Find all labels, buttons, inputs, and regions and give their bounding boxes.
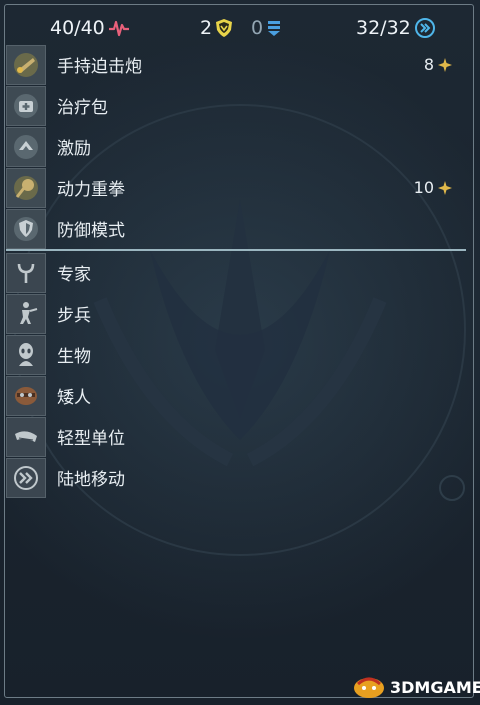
specialist-icon <box>6 252 46 293</box>
ability-label: 防御模式 <box>57 221 125 241</box>
trait-label: 步兵 <box>57 306 91 326</box>
trait-row-specialist[interactable]: 专家 <box>6 252 466 293</box>
ability-label: 治疗包 <box>57 98 108 118</box>
armor-stat: 2 <box>200 10 233 46</box>
ability-row-mortar[interactable]: 手持迫击炮 8 <box>6 44 466 85</box>
mortar-icon <box>6 44 46 85</box>
3dm-logo-icon <box>354 677 384 698</box>
heartbeat-icon <box>108 20 129 37</box>
energy-stat: 32/32 <box>356 10 436 46</box>
hp-stat: 40/40 <box>50 10 130 46</box>
ability-row-medkit[interactable]: 治疗包 <box>6 85 466 126</box>
ability-row-inspire[interactable]: 激励 <box>6 126 466 167</box>
shield-stat: 0 <box>251 10 282 46</box>
power-fist-icon <box>6 167 46 208</box>
trait-label: 专家 <box>57 265 91 285</box>
cost-value: 10 <box>413 178 434 197</box>
ability-label: 激励 <box>57 139 91 159</box>
trait-row-light-unit[interactable]: 轻型单位 <box>6 416 466 457</box>
ability-label: 手持迫击炮 <box>57 57 142 77</box>
cost-star-icon <box>438 180 452 195</box>
cost-star-icon <box>438 57 452 72</box>
site-watermark: 3DMGAME <box>352 672 480 702</box>
trait-row-biological[interactable]: 生物 <box>6 334 466 375</box>
inspire-icon <box>6 126 46 167</box>
ground-move-icon <box>6 457 46 498</box>
trait-list: 专家 步兵 生物 矮人 轻型单位 陆地移动 <box>6 252 466 498</box>
watermark-text: 3DMGAME <box>390 677 480 697</box>
ability-row-defense-mode[interactable]: 防御模式 <box>6 208 466 249</box>
ability-row-power-fist[interactable]: 动力重拳 10 <box>6 167 466 208</box>
energy-shield-icon <box>268 21 281 36</box>
cost-value: 8 <box>423 55 434 74</box>
armor-shield-icon <box>216 19 233 37</box>
hp-value: 40/40 <box>50 17 105 39</box>
medkit-icon <box>6 85 46 126</box>
biological-icon <box>6 334 46 375</box>
defense-mode-icon <box>6 208 46 249</box>
ability-cost: 10 <box>414 167 452 208</box>
trait-row-infantry[interactable]: 步兵 <box>6 293 466 334</box>
armor-value: 2 <box>200 17 213 39</box>
ability-list: 手持迫击炮 8 治疗包 激励 动力重拳 10 防御模式 <box>6 44 466 249</box>
trait-label: 矮人 <box>57 388 91 408</box>
trait-label: 轻型单位 <box>57 429 125 449</box>
section-divider <box>6 249 466 251</box>
light-unit-icon <box>6 416 46 457</box>
trait-label: 生物 <box>57 347 91 367</box>
trait-row-dwarf[interactable]: 矮人 <box>6 375 466 416</box>
ability-cost: 8 <box>424 44 452 85</box>
infantry-icon <box>6 293 46 334</box>
energy-icon <box>414 18 435 38</box>
shield-value: 0 <box>251 17 264 39</box>
trait-label: 陆地移动 <box>57 470 125 490</box>
energy-value: 32/32 <box>356 17 411 39</box>
ability-label: 动力重拳 <box>57 180 125 200</box>
dwarf-icon <box>6 375 46 416</box>
trait-row-ground-move[interactable]: 陆地移动 <box>6 457 466 498</box>
unit-stats-header: 40/40 2 0 32/32 <box>0 10 480 46</box>
